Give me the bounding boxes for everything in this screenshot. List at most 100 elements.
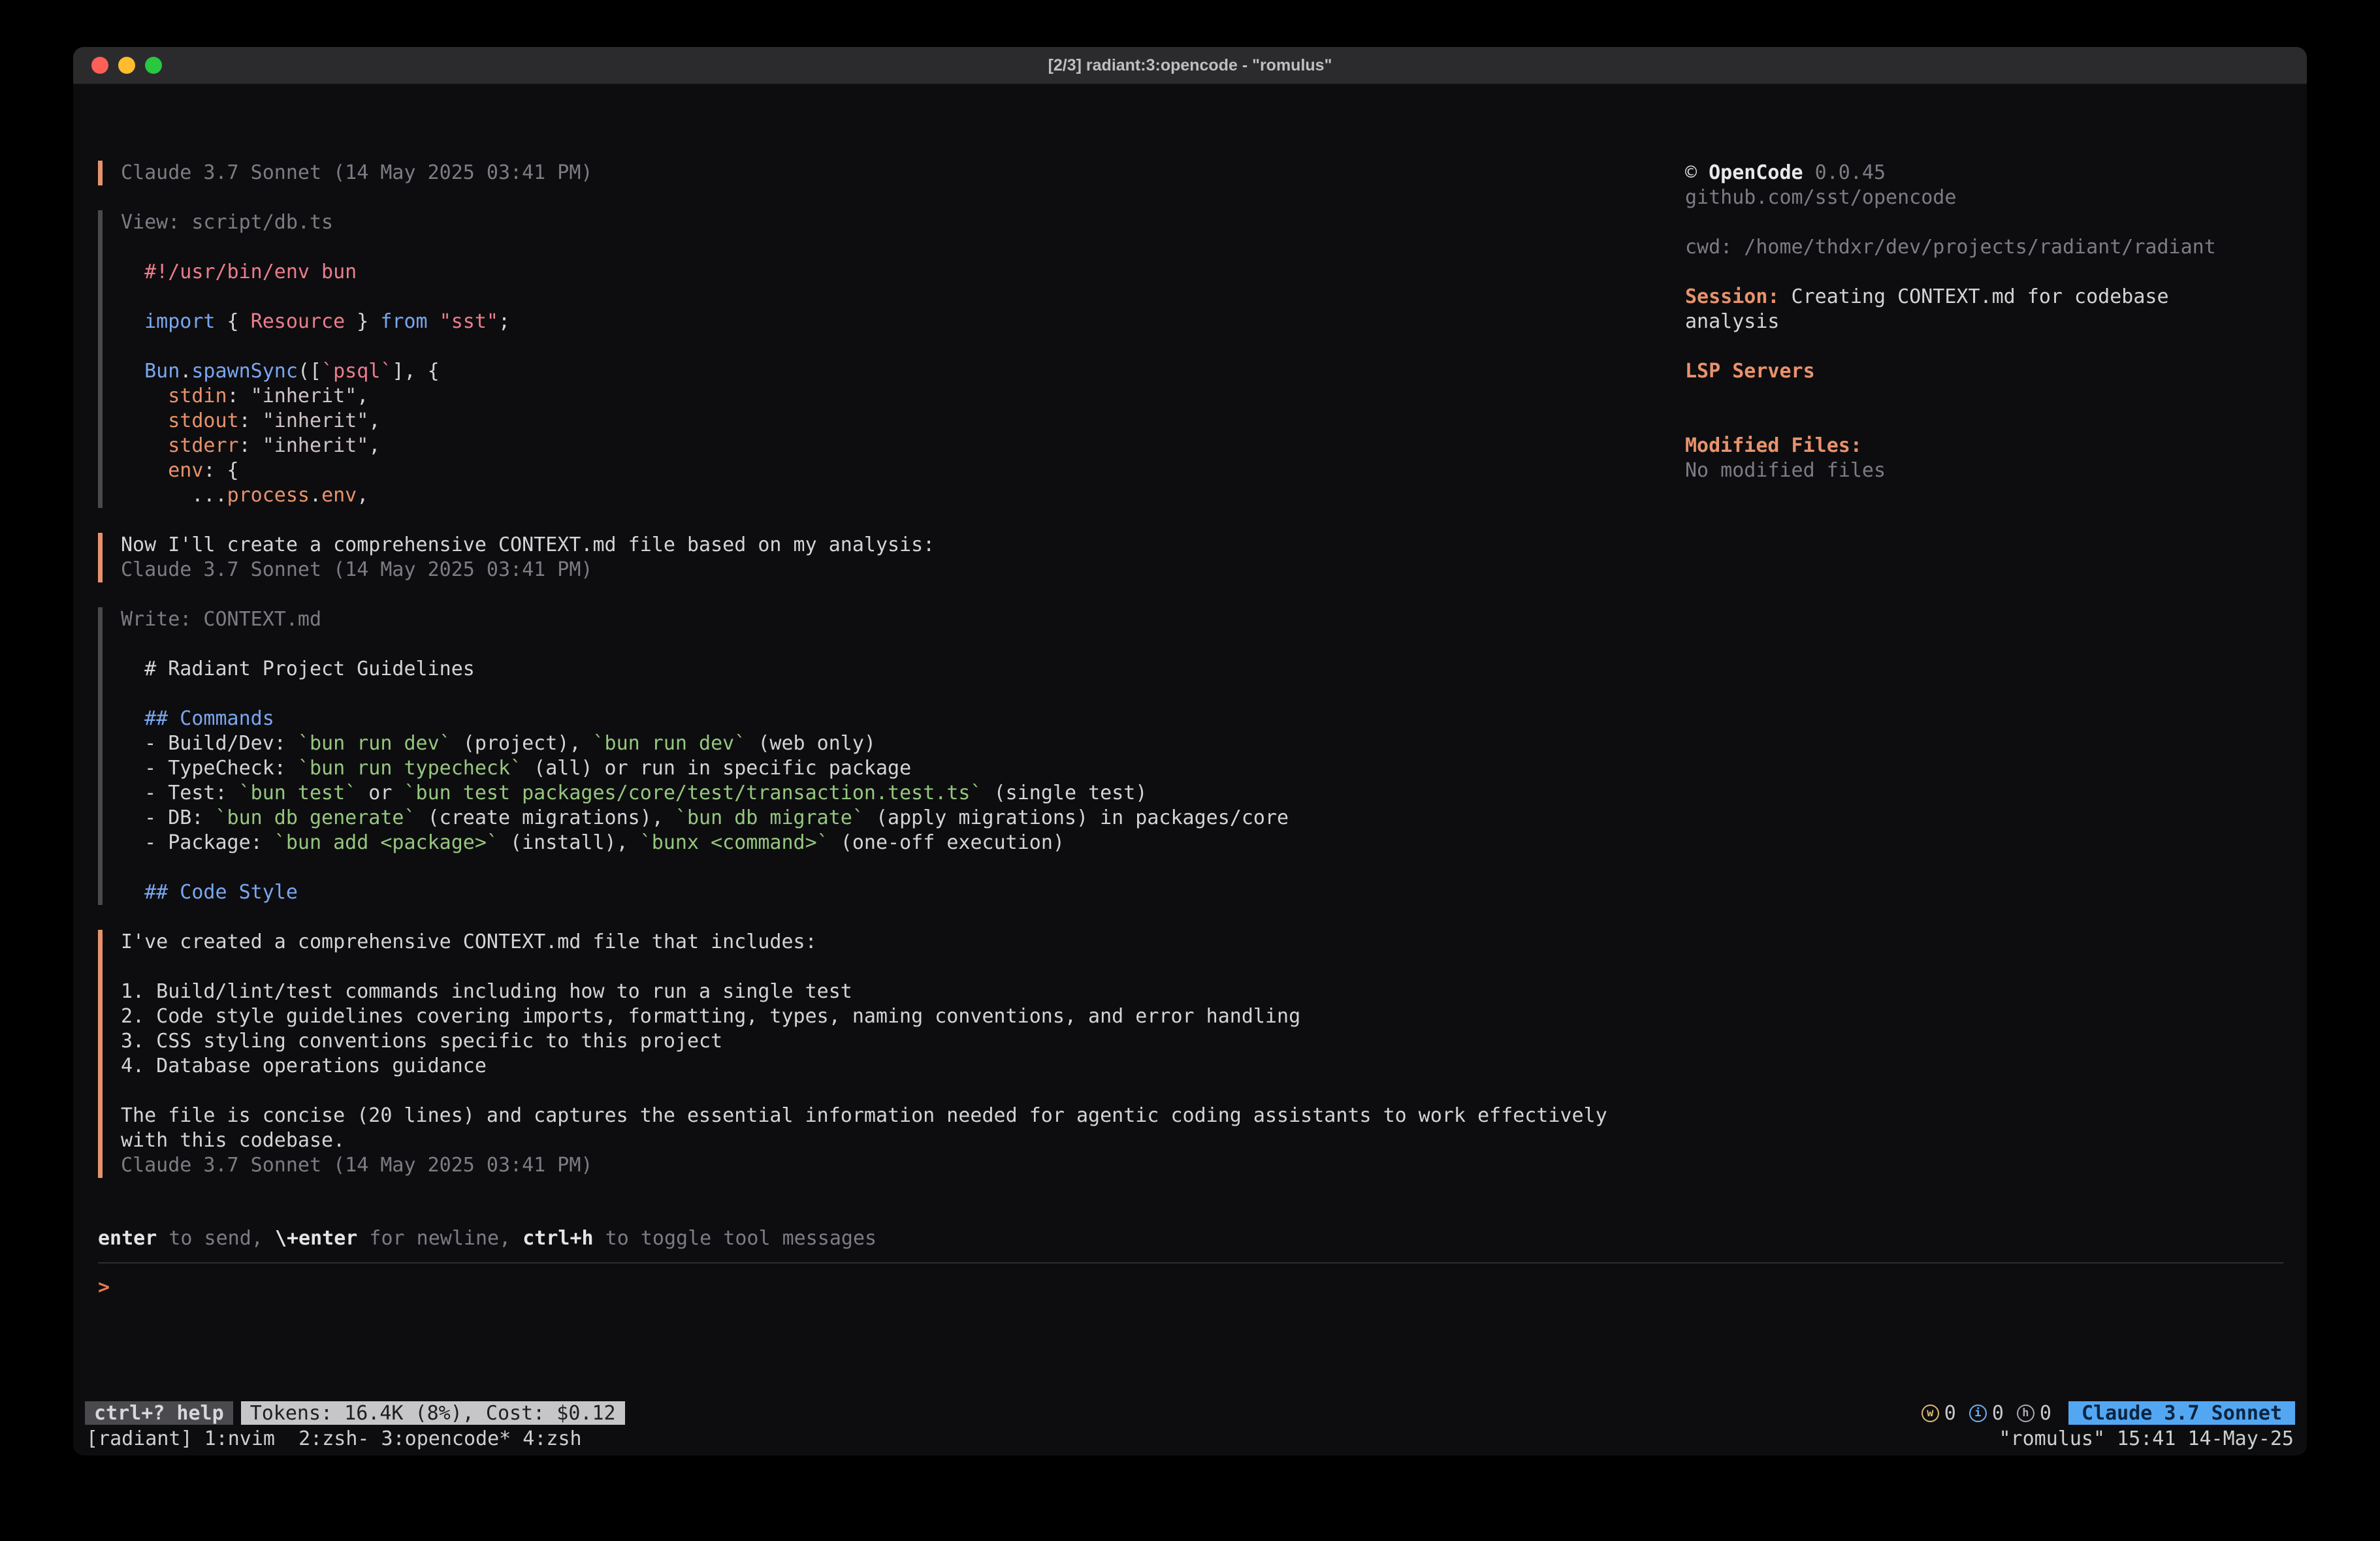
text-segment: process <box>227 484 310 507</box>
warning-icon: w <box>1922 1405 1939 1422</box>
text-segment: env <box>168 459 203 482</box>
text-segment: spawnSync <box>191 360 298 383</box>
text-line: - Package: `bun add <package>` (install)… <box>121 831 1620 855</box>
text-line: LSP Servers <box>1685 359 2299 384</box>
text-line: ...process.env, <box>121 483 1620 508</box>
text-segment: Claude 3.7 Sonnet (14 May 2025 03:41 PM) <box>121 1154 592 1177</box>
text-segment: . <box>310 484 321 507</box>
text-segment: \+enter <box>275 1227 357 1250</box>
text-segment: (create migrations), <box>416 806 675 829</box>
text-segment: - DB: <box>121 806 216 829</box>
minimize-button[interactable] <box>118 57 135 74</box>
text-segment: `bun add <package>` <box>274 831 498 854</box>
zoom-button[interactable] <box>145 57 162 74</box>
text-line: No modified files <box>1685 458 2299 483</box>
text-line: Claude 3.7 Sonnet (14 May 2025 03:41 PM) <box>121 161 1620 185</box>
text-segment: View: script/db.ts <box>121 211 333 234</box>
text-line: github.com/sst/opencode <box>1685 185 2299 210</box>
text-segment: `bun run typecheck` <box>298 757 522 780</box>
text-segment: - Test: <box>121 782 239 804</box>
text-segment: # Radiant Project Guidelines <box>121 658 475 680</box>
titlebar[interactable]: [2/3] radiant:3:opencode - "romulus" <box>73 47 2307 84</box>
text-segment: , <box>368 434 380 457</box>
chat-log[interactable]: Claude 3.7 Sonnet (14 May 2025 03:41 PM)… <box>98 161 1620 1203</box>
sidebar: © OpenCode 0.0.45github.com/sst/opencode… <box>1685 161 2299 483</box>
text-segment <box>121 310 144 333</box>
prompt-symbol: > <box>98 1276 110 1299</box>
text-segment: env <box>321 484 357 507</box>
text-segment: github.com/sst/opencode <box>1685 186 1956 209</box>
diagnostics: w 0 i 0 h 0 <box>1922 1402 2051 1425</box>
tmux-window-list[interactable]: [radiant] 1:nvim 2:zsh- 3:opencode* 4:zs… <box>86 1427 582 1452</box>
close-button[interactable] <box>91 57 108 74</box>
status-bar: ctrl+? help Tokens: 16.4K (8%), Cost: $0… <box>85 1401 2295 1425</box>
model-badge[interactable]: Claude 3.7 Sonnet <box>2068 1401 2295 1425</box>
text-line: © OpenCode 0.0.45 <box>1685 161 2299 185</box>
text-segment: analysis <box>1685 310 1780 333</box>
tmux-session-info: "romulus" 15:41 14-May-25 <box>1999 1427 2294 1452</box>
text-line <box>1685 260 2299 285</box>
info-icon: i <box>1969 1405 1987 1422</box>
text-segment: (apply migrations) in packages/core <box>864 806 1289 829</box>
text-segment: enter <box>98 1227 157 1250</box>
text-line: 1. Build/lint/test commands including ho… <box>121 979 1620 1004</box>
text-segment: Write: CONTEXT.md <box>121 608 321 631</box>
text-segment: "inherit" <box>263 409 369 432</box>
text-segment <box>121 707 144 730</box>
text-segment: `psql` <box>321 360 392 383</box>
text-segment: or <box>357 782 404 804</box>
text-segment: ; <box>498 310 510 333</box>
text-segment: , <box>357 385 368 407</box>
hint-counter: h 0 <box>2017 1402 2051 1425</box>
text-segment: (one-off execution) <box>829 831 1065 854</box>
status-bar-right: w 0 i 0 h 0 Claude 3.7 Sonnet <box>1922 1401 2295 1425</box>
text-segment: with this codebase. <box>121 1129 345 1152</box>
tool-view-block: View: script/db.ts #!/usr/bin/env bun im… <box>98 210 1620 508</box>
text-line <box>121 1079 1620 1104</box>
text-line: 2. Code style guidelines covering import… <box>121 1004 1620 1029</box>
text-segment: `bun db migrate` <box>675 806 864 829</box>
text-line: Claude 3.7 Sonnet (14 May 2025 03:41 PM) <box>121 1153 1620 1178</box>
warning-count: 0 <box>1944 1402 1956 1425</box>
text-line <box>121 855 1620 880</box>
text-segment <box>121 434 168 457</box>
text-segment: "inherit" <box>251 385 357 407</box>
text-segment: from <box>380 310 427 333</box>
text-segment: #!/usr/bin/env bun <box>144 261 357 283</box>
text-segment <box>428 310 440 333</box>
prompt-input-area[interactable]: > <box>98 1262 2283 1300</box>
text-segment: `bun run dev` <box>593 732 747 755</box>
text-line <box>121 285 1620 310</box>
text-segment: stderr <box>168 434 238 457</box>
text-line: - Test: `bun test` or `bun test packages… <box>121 781 1620 806</box>
text-segment: to send, <box>157 1227 275 1250</box>
text-segment: ## Code Style <box>144 881 298 904</box>
text-line <box>121 235 1620 260</box>
text-line: - TypeCheck: `bun run typecheck` (all) o… <box>121 756 1620 781</box>
help-shortcut-badge[interactable]: ctrl+? help <box>85 1401 233 1425</box>
text-line <box>1685 384 2299 409</box>
text-segment: to toggle tool messages <box>594 1227 876 1250</box>
text-line: Bun.spawnSync([`psql`], { <box>121 359 1620 384</box>
tool-write-block: Write: CONTEXT.md # Radiant Project Guid… <box>98 607 1620 905</box>
text-line: import { Resource } from "sst"; <box>121 310 1620 334</box>
text-segment: (single test) <box>982 782 1148 804</box>
text-segment <box>121 385 168 407</box>
text-segment: Resource <box>251 310 346 333</box>
text-segment: , <box>368 409 380 432</box>
text-segment <box>121 409 168 432</box>
text-segment: ], { <box>392 360 439 383</box>
text-segment: `bun db generate` <box>216 806 416 829</box>
text-segment: ctrl+h <box>523 1227 593 1250</box>
text-segment: Session: <box>1685 285 1780 308</box>
text-segment: `bun run dev` <box>298 732 451 755</box>
text-line: ## Commands <box>121 707 1620 731</box>
text-segment: , <box>357 484 368 507</box>
text-segment: ## Commands <box>144 707 274 730</box>
text-segment: `bun test packages/core/test/transaction… <box>404 782 982 804</box>
text-segment: © <box>1685 161 1709 184</box>
assistant-summary-block: I've created a comprehensive CONTEXT.md … <box>98 930 1620 1178</box>
traffic-lights <box>91 47 162 84</box>
text-line: - Build/Dev: `bun run dev` (project), `b… <box>121 731 1620 756</box>
text-line: I've created a comprehensive CONTEXT.md … <box>121 930 1620 955</box>
